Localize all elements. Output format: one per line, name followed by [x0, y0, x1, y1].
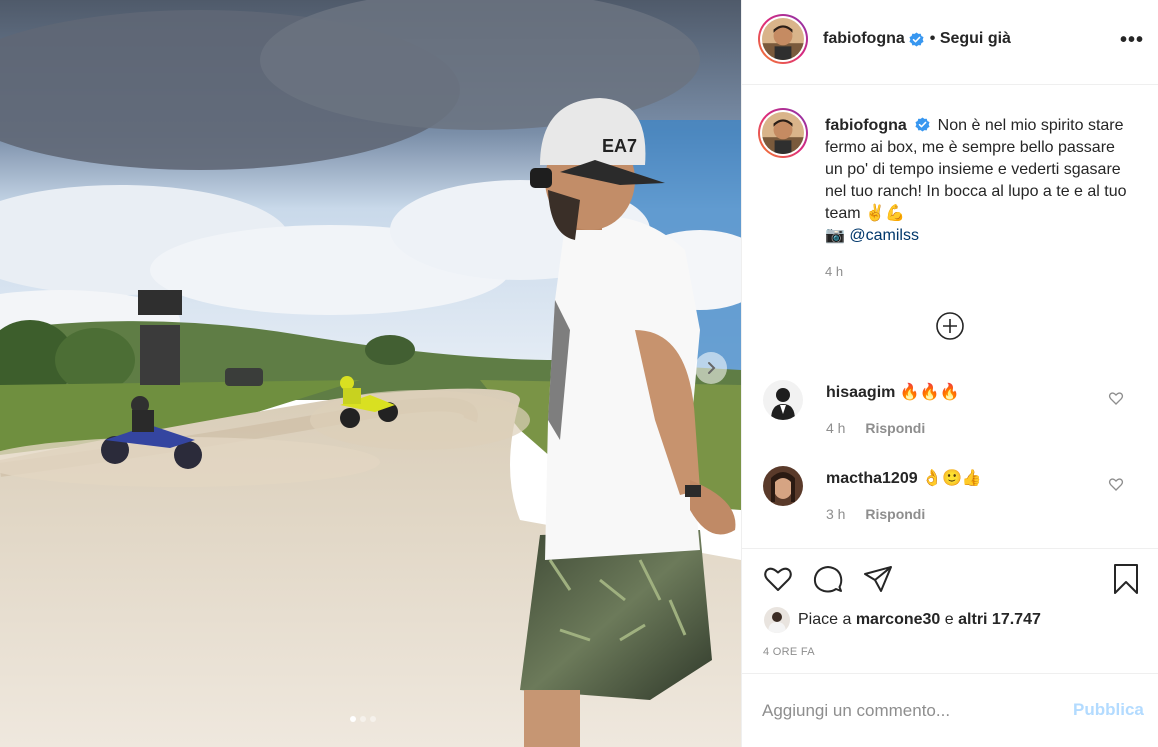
bookmark-icon[interactable] — [1110, 563, 1142, 595]
caption-username[interactable]: fabiofogna — [825, 117, 907, 134]
liker-avatar — [764, 607, 790, 633]
post-header: fabiofogna • Segui già ••• — [742, 0, 1158, 85]
post-side-panel: fabiofogna • Segui già ••• fabiofogna No… — [741, 0, 1158, 747]
comment-time: 4 h — [826, 420, 846, 436]
comment-item: hisaagim 🔥🔥🔥 4 h Rispondi — [742, 380, 1158, 450]
comment-composer: Pubblica — [742, 673, 1158, 747]
commenter-avatar[interactable] — [763, 466, 803, 506]
comment-text: 👌🙂👍 — [922, 470, 982, 487]
likes-user-link[interactable]: marcone30 — [856, 611, 941, 629]
caption-timestamp: 4 h — [825, 264, 844, 279]
comment-meta: 4 h Rispondi — [826, 420, 925, 436]
verified-badge-icon — [915, 117, 930, 132]
avatar-image — [763, 380, 803, 420]
cap-logo-text: EA7 — [602, 136, 637, 156]
author-line: fabiofogna • Segui già — [823, 30, 1011, 48]
likes-summary[interactable]: Piace a marcone30 e altri 17.747 — [764, 607, 1041, 633]
post-actions: Piace a marcone30 e altri 17.747 4 ORE F… — [742, 548, 1158, 673]
commenter-avatar[interactable] — [763, 380, 803, 420]
author-username[interactable]: fabiofogna — [823, 30, 905, 48]
post-image: EA7 — [0, 0, 741, 747]
avatar-image — [762, 112, 804, 154]
comment-input[interactable] — [762, 696, 1062, 726]
carousel-dot — [350, 716, 356, 722]
reply-button[interactable]: Rispondi — [865, 506, 925, 522]
comment-meta: 3 h Rispondi — [826, 506, 925, 522]
likes-middle: e — [944, 611, 954, 628]
paper-plane-icon[interactable] — [862, 563, 894, 595]
verified-badge-icon — [909, 31, 924, 47]
comment-bubble-icon[interactable] — [812, 563, 844, 595]
caption-mention-link[interactable]: @camilss — [849, 227, 919, 244]
heart-icon[interactable] — [1108, 476, 1124, 492]
author-avatar[interactable] — [758, 14, 808, 64]
caption-author-avatar[interactable] — [758, 108, 808, 158]
post-caption: fabiofogna Non è nel mio spirito stare f… — [825, 115, 1135, 247]
comment-body: hisaagim 🔥🔥🔥 — [826, 382, 960, 402]
reply-button[interactable]: Rispondi — [865, 420, 925, 436]
more-options-icon[interactable]: ••• — [1120, 30, 1144, 50]
comment-body: mactha1209 👌🙂👍 — [826, 468, 982, 488]
likes-others-link[interactable]: altri 17.747 — [958, 611, 1041, 629]
carousel-dot — [360, 716, 366, 722]
follow-status-button[interactable]: • Segui già — [930, 30, 1011, 48]
camera-emoji: 📷 — [825, 227, 845, 244]
likes-prefix: Piace a — [798, 611, 852, 628]
comment-text: 🔥🔥🔥 — [899, 384, 960, 401]
heart-icon[interactable] — [762, 563, 794, 595]
comment-username[interactable]: mactha1209 — [826, 470, 918, 487]
next-slide-button[interactable] — [695, 352, 727, 384]
heart-icon[interactable] — [1108, 390, 1124, 406]
avatar-image — [764, 607, 790, 633]
publish-button[interactable]: Pubblica — [1073, 700, 1144, 720]
avatar-image — [762, 18, 804, 60]
chevron-right-icon — [708, 362, 716, 374]
plus-circle-icon[interactable] — [935, 311, 965, 341]
comment-time: 3 h — [826, 506, 846, 522]
post-photo[interactable]: EA7 — [0, 0, 741, 747]
carousel-dot — [370, 716, 376, 722]
avatar-image — [763, 466, 803, 506]
post-date[interactable]: 4 ORE FA — [763, 646, 815, 658]
comment-username[interactable]: hisaagim — [826, 384, 895, 401]
comment-item: mactha1209 👌🙂👍 3 h Rispondi — [742, 466, 1158, 536]
carousel-indicator — [350, 716, 376, 722]
